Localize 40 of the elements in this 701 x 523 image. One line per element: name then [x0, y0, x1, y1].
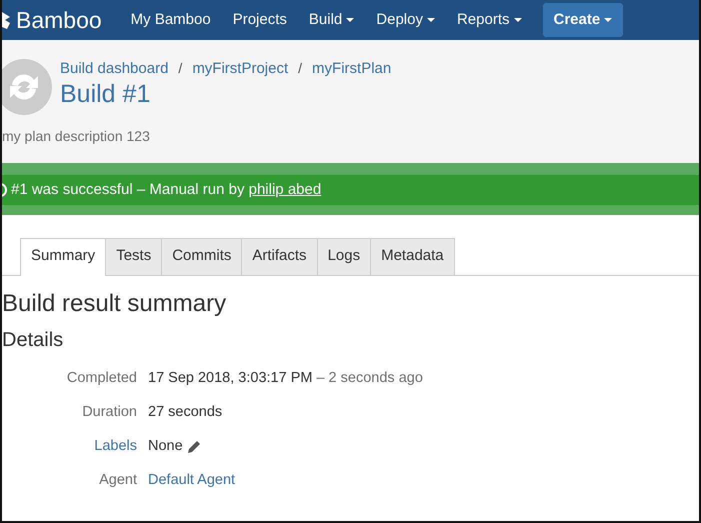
user-link[interactable]: philip abed — [248, 178, 322, 202]
breadcrumb-link[interactable]: Build dashboard — [60, 60, 168, 77]
logo-icon — [2, 9, 12, 31]
breadcrumb-separator: / — [298, 60, 302, 76]
nav-menu-item[interactable]: Deploy — [365, 8, 446, 32]
nav-menu-item[interactable]: Reports — [446, 8, 532, 32]
status-message: #1 was successful – Manual run by — [11, 180, 246, 200]
tab[interactable]: Metadata — [370, 238, 455, 274]
brand-name[interactable]: Bamboo — [16, 2, 102, 38]
caret-icon — [346, 18, 354, 22]
breadcrumb-separator: / — [178, 60, 182, 76]
detail-value-link[interactable]: Default Agent — [148, 470, 236, 492]
detail-label: Completed — [66, 369, 137, 388]
detail-label-link[interactable]: Labels — [2, 436, 137, 458]
build-title: Build #1 — [60, 80, 152, 108]
tab[interactable]: Logs — [316, 238, 372, 274]
nav-menu-item[interactable]: My Bamboo — [120, 8, 222, 32]
caret-icon — [514, 18, 522, 22]
nav-menu-item[interactable]: Build — [298, 8, 366, 32]
detail-value: 27 seconds — [148, 403, 222, 422]
detail-label: Duration — [81, 403, 137, 422]
nav-menu-item[interactable]: Projects — [222, 8, 298, 32]
detail-value: None — [148, 436, 183, 456]
pencil-icon[interactable] — [186, 440, 201, 454]
tab[interactable]: Commits — [161, 238, 242, 274]
detail-value: 17 Sep 2018, 3:03:17 PM — [148, 369, 312, 388]
tab[interactable]: Tests — [105, 238, 162, 274]
success-icon — [2, 183, 7, 197]
plan-description: my plan description 123 — [2, 127, 151, 146]
breadcrumb-link[interactable]: myFirstProject — [192, 60, 288, 77]
tab[interactable]: Summary — [20, 238, 106, 276]
caret-icon — [604, 18, 612, 22]
breadcrumb-link[interactable]: myFirstPlan — [312, 60, 392, 77]
create-button[interactable]: Create — [542, 2, 624, 38]
section-heading: Build result summary — [2, 290, 228, 318]
caret-icon — [426, 18, 435, 22]
relative-time: – 2 seconds ago — [316, 369, 423, 388]
tab[interactable]: Artifacts — [241, 238, 318, 274]
section-subheading: Details — [2, 328, 64, 352]
detail-label: Agent — [98, 470, 137, 490]
